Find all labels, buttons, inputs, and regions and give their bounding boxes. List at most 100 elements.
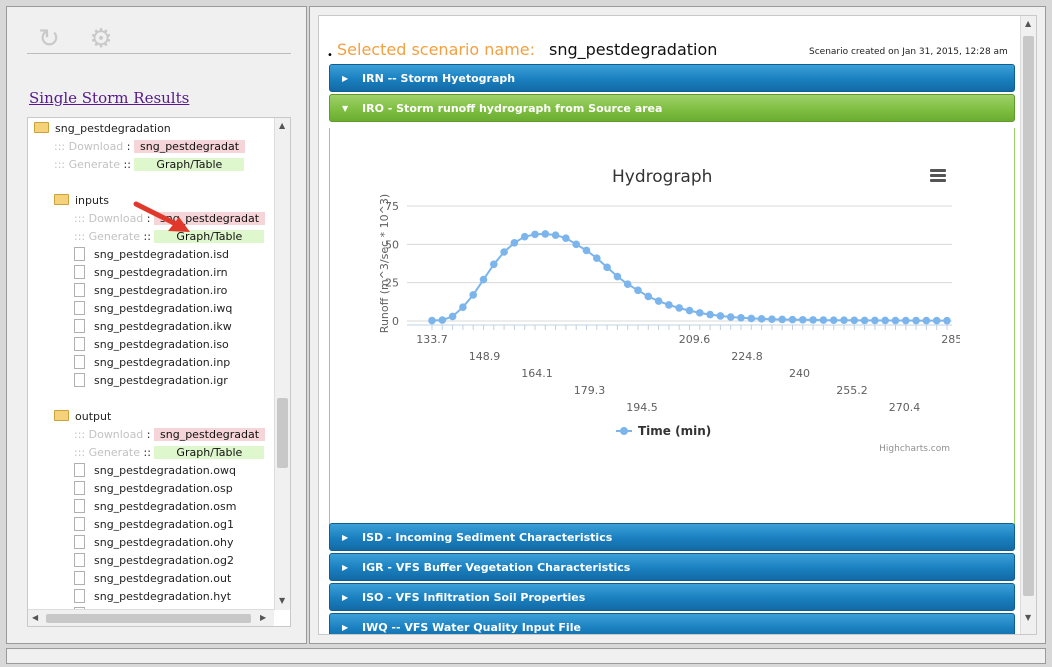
scroll-up-icon[interactable]: ▲ — [1025, 19, 1031, 28]
file-item[interactable]: sng_pestdegradation.iso — [74, 336, 229, 354]
scroll-down-icon[interactable]: ▼ — [279, 596, 285, 605]
section-isd-header[interactable]: ▶ ISD - Incoming Sediment Characteristics — [329, 523, 1015, 551]
data-point — [788, 315, 797, 324]
file-name: sng_pestdegradation.irn — [94, 266, 228, 279]
scroll-thumb[interactable] — [1023, 36, 1034, 596]
results-vertical-scrollbar[interactable]: ▲ ▼ — [1020, 16, 1036, 634]
file-icon — [74, 499, 85, 513]
data-point — [871, 316, 879, 325]
legend-label: Time (min) — [638, 424, 711, 438]
tree-vertical-scrollbar[interactable]: ▲ ▼ — [274, 118, 290, 610]
scroll-right-icon[interactable]: ▶ — [260, 613, 266, 622]
bullet-icon: • — [327, 50, 333, 61]
file-item[interactable]: sng_pestdegradation.ikw — [74, 318, 232, 336]
single-storm-results-link[interactable]: Single Storm Results — [29, 89, 189, 107]
section-label: IGR - VFS Buffer Vegetation Characterist… — [362, 561, 631, 574]
scroll-left-icon[interactable]: ◀ — [32, 613, 38, 622]
data-point — [840, 316, 848, 325]
download-label: ::: Download — [54, 140, 124, 153]
data-point — [922, 316, 931, 325]
file-item[interactable]: sng_pestdegradation.hyt — [74, 588, 231, 606]
data-point — [510, 239, 519, 247]
bottom-pane — [6, 648, 1046, 664]
chevron-right-icon: ▶ — [342, 623, 349, 632]
file-item[interactable]: sng_pestdegradation.isd — [74, 246, 229, 264]
root-generate-link[interactable]: Graph/Table — [134, 158, 245, 171]
x-tick-label: 255.2 — [836, 384, 868, 397]
data-point — [562, 234, 570, 242]
file-item[interactable]: sng_pestdegradation.igr — [74, 372, 228, 390]
refresh-icon[interactable]: ↻ — [35, 25, 63, 53]
file-name: sng_pestdegradation.osm — [94, 500, 237, 513]
data-point — [850, 316, 859, 325]
data-point — [634, 286, 642, 295]
file-item[interactable]: sng_pestdegradation.inp — [74, 354, 230, 372]
output-download-link[interactable]: sng_pestdegradat — [154, 428, 266, 441]
data-point — [932, 316, 941, 325]
root-download-row: ::: Download : sng_pestdegradat — [54, 138, 246, 156]
file-item[interactable]: sng_pestdegradation.owq — [74, 462, 236, 480]
x-tick-label: 164.1 — [521, 367, 553, 380]
tree-horizontal-scrollbar[interactable]: ◀ ▶ — [28, 609, 274, 626]
data-point — [603, 263, 611, 272]
x-tick-label: 133.7 — [416, 333, 448, 346]
file-name: sng_pestdegradation.inp — [94, 356, 231, 369]
section-iwq-header[interactable]: ▶ IWQ -- VFS Water Quality Input File — [329, 613, 1015, 634]
data-point — [428, 316, 436, 325]
data-point — [654, 297, 663, 305]
data-point — [737, 313, 745, 322]
file-item[interactable]: sng_pestdegradation.irn — [74, 264, 228, 282]
file-name: sng_pestdegradation.igr — [94, 374, 228, 387]
scenario-created: Scenario created on Jan 31, 2015, 12:28 … — [809, 47, 1008, 57]
data-point — [572, 240, 580, 249]
file-item[interactable]: sng_pestdegradation.iro — [74, 282, 227, 300]
data-point — [500, 248, 508, 256]
file-name: sng_pestdegradation.ikw — [94, 320, 232, 333]
chart-credits[interactable]: Highcharts.com — [879, 444, 950, 454]
gear-icon[interactable]: ⚙ — [87, 25, 115, 53]
file-icon — [74, 319, 85, 333]
scroll-thumb[interactable] — [46, 614, 251, 623]
folder-icon — [34, 122, 49, 133]
data-point — [685, 306, 694, 315]
output-folder-label: output — [75, 410, 112, 423]
x-tick-label: 148.9 — [469, 350, 501, 363]
file-item[interactable]: sng_pestdegradation.ohy — [74, 534, 233, 552]
data-point — [943, 316, 951, 325]
y-tick-label: 0 — [392, 315, 399, 328]
file-item[interactable]: sng_pestdegradation.og2 — [74, 552, 234, 570]
section-igr-header[interactable]: ▶ IGR - VFS Buffer Vegetation Characteris… — [329, 553, 1015, 581]
data-point — [582, 246, 591, 255]
output-generate-link[interactable]: Graph/Table — [154, 446, 265, 459]
section-iro-header[interactable]: ▼ IRO - Storm runoff hydrograph from Sour… — [329, 94, 1015, 122]
tree-root-folder[interactable]: sng_pestdegradation — [34, 120, 171, 138]
section-irn-header[interactable]: ▶ IRN -- Storm Hyetograph — [329, 64, 1015, 92]
data-point — [706, 310, 714, 319]
section-iso-header[interactable]: ▶ ISO - VFS Infiltration Soil Properties — [329, 583, 1015, 611]
scroll-down-icon[interactable]: ▼ — [1025, 613, 1031, 622]
file-item[interactable]: sng_pestdegradation.osp — [74, 480, 233, 498]
data-point — [881, 316, 889, 325]
file-item[interactable]: sng_pestdegradation.osm — [74, 498, 236, 516]
generate-separator: :: — [123, 158, 131, 171]
generate-label: ::: Generate — [74, 446, 140, 459]
chevron-down-icon: ▼ — [342, 104, 349, 113]
inputs-folder[interactable]: inputs — [54, 192, 109, 210]
file-item[interactable]: sng_pestdegradation.og1 — [74, 516, 234, 534]
scroll-thumb[interactable] — [277, 398, 288, 468]
inputs-folder-label: inputs — [75, 194, 110, 207]
folder-icon — [54, 410, 69, 421]
root-download-link[interactable]: sng_pestdegradat — [134, 140, 246, 153]
file-item[interactable]: sng_pestdegradation.iwq — [74, 300, 232, 318]
scenario-name: sng_pestdegradation — [549, 40, 718, 59]
output-folder[interactable]: output — [54, 408, 111, 426]
data-point — [531, 230, 539, 239]
file-item[interactable]: sng_pestdegradation.out — [74, 570, 231, 588]
file-name: sng_pestdegradation.iro — [94, 284, 228, 297]
data-point — [490, 260, 498, 269]
scroll-up-icon[interactable]: ▲ — [279, 121, 285, 130]
y-axis-label: Runoff (m^3/sec * 10^3) — [378, 194, 391, 333]
data-point — [623, 280, 632, 288]
file-icon — [74, 355, 85, 369]
data-point — [768, 315, 776, 323]
